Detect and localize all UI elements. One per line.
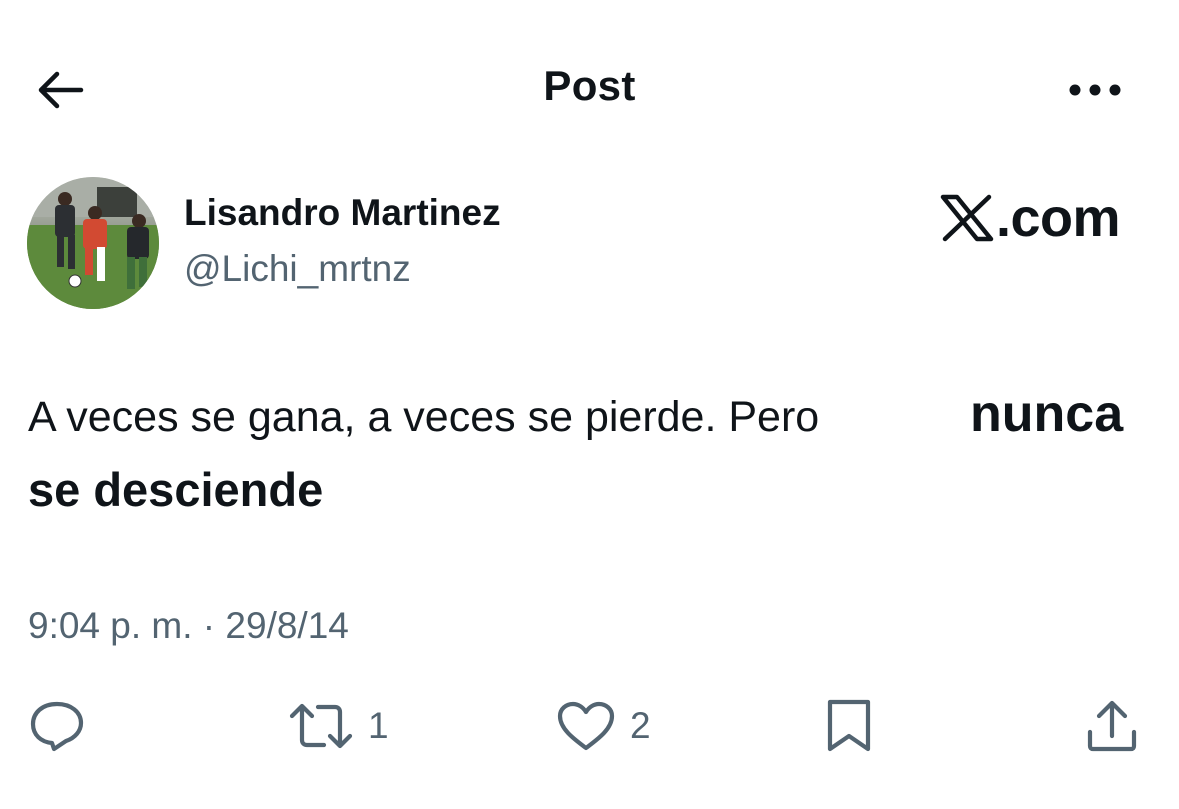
tweet-text-line: A veces se gana, a veces se pierde. Pero [28,393,820,441]
avatar-photo [27,177,159,309]
reply-button[interactable] [28,698,86,754]
share-icon [1087,700,1137,752]
top-bar: Post [0,0,1179,180]
more-button[interactable] [1060,70,1130,110]
repost-count: 1 [368,705,389,746]
tweet-text-emphasis: nunca [970,385,1124,443]
avatar[interactable] [27,177,159,309]
like-button[interactable]: 2 [556,698,651,754]
watermark-text: .com [996,188,1121,248]
x-com-watermark: .com [940,188,1121,248]
bookmark-icon [827,699,871,752]
page-title: Post [543,62,636,109]
reply-icon [30,701,84,752]
post-timestamp[interactable]: 9:04 p. m. · 29/8/14 [28,605,349,647]
repost-icon [289,703,353,749]
more-horizontal-icon [1069,84,1121,96]
repost-button[interactable]: 1 [288,698,389,754]
bookmark-button[interactable] [824,698,874,754]
author-name[interactable]: Lisandro Martinez [184,192,501,234]
author-handle[interactable]: @Lichi_mrtnz [184,248,411,290]
heart-icon [557,701,615,751]
share-button[interactable] [1084,698,1140,754]
x-logo-icon [940,194,994,242]
like-count: 2 [630,705,651,746]
tweet-text-emphasis-line: se desciende [28,463,324,516]
